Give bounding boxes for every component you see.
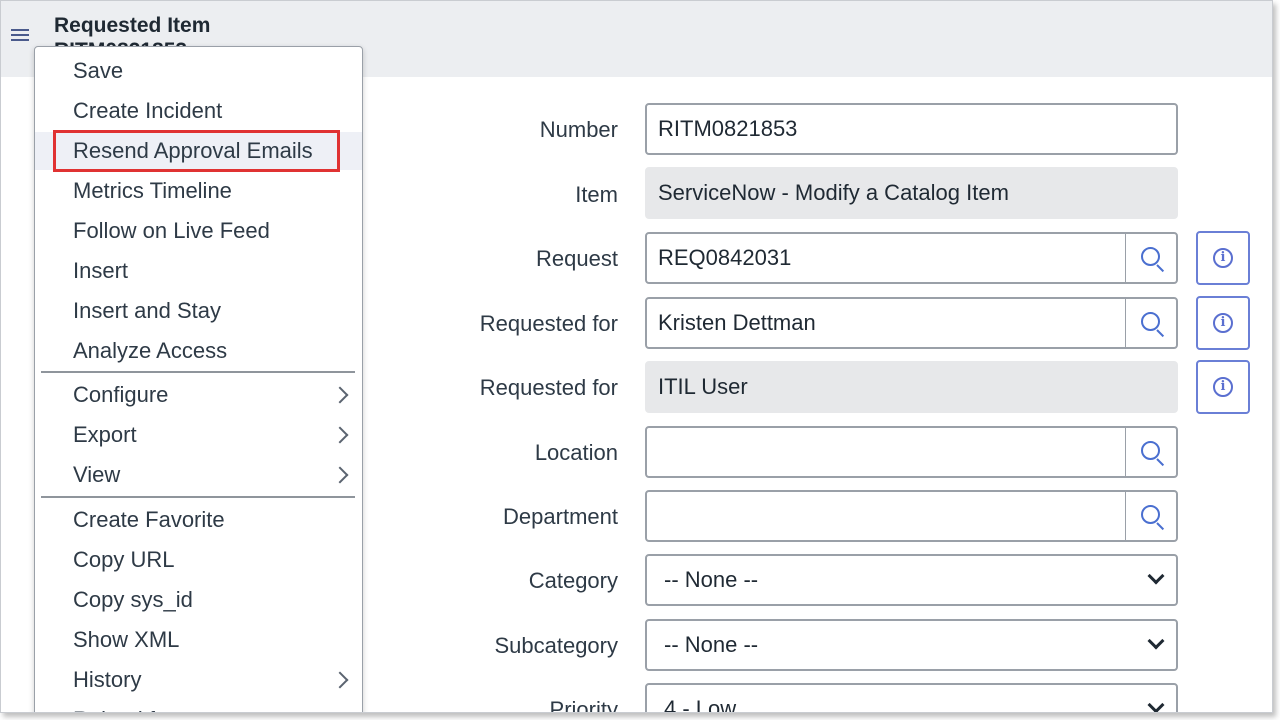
menu-item-export[interactable]: Export — [35, 416, 362, 454]
item-label: Item — [575, 182, 618, 207]
search-icon — [1141, 441, 1160, 460]
search-icon — [1141, 247, 1160, 266]
window-frame: Requested Item RITM0821853 Number RITM08… — [0, 0, 1273, 713]
requested-for-2-label: Requested for — [479, 375, 618, 400]
menu-item-configure[interactable]: Configure — [35, 376, 362, 414]
menu-item-label: Configure — [73, 382, 169, 407]
menu-item-save[interactable]: Save — [35, 52, 362, 90]
menu-item-history[interactable]: History — [35, 661, 362, 699]
requested-for-info-button[interactable]: i — [1196, 296, 1250, 350]
chevron-right-icon — [331, 671, 349, 689]
location-field[interactable] — [645, 426, 1127, 478]
category-value: -- None -- — [664, 567, 759, 592]
menu-item-show-xml[interactable]: Show XML — [35, 621, 362, 659]
menu-item-copy-url[interactable]: Copy URL — [35, 541, 362, 579]
number-label: Number — [539, 117, 618, 142]
request-field[interactable]: REQ0842031 — [645, 232, 1127, 284]
menu-item-resend-approval-emails[interactable]: Resend Approval Emails — [35, 132, 362, 170]
context-menu: Save Create Incident Resend Approval Ema… — [34, 46, 363, 712]
chevron-down-icon — [1147, 696, 1165, 712]
menu-item-create-incident[interactable]: Create Incident — [35, 92, 362, 130]
location-label: Location — [534, 440, 618, 465]
search-icon — [1141, 505, 1160, 524]
menu-item-analyze-access[interactable]: Analyze Access — [35, 332, 362, 370]
chevron-right-icon — [331, 426, 349, 444]
priority-select[interactable]: 4 - Low — [645, 683, 1178, 713]
request-label: Request — [536, 246, 618, 271]
requested-for-field[interactable]: Kristen Dettman — [645, 297, 1127, 349]
subcategory-label: Subcategory — [494, 633, 618, 658]
info-icon: i — [1213, 248, 1233, 268]
page-title: Requested Item — [54, 14, 211, 37]
requested-for-2-field: ITIL User — [645, 361, 1178, 413]
menu-item-label: History — [73, 667, 142, 692]
request-info-button[interactable]: i — [1196, 231, 1250, 285]
menu-item-view[interactable]: View — [35, 456, 362, 494]
chevron-down-icon — [1147, 567, 1165, 585]
priority-label: Priority — [549, 697, 618, 713]
hamburger-icon[interactable] — [11, 29, 29, 43]
requested-for-2-info-button[interactable]: i — [1196, 360, 1250, 414]
department-field[interactable] — [645, 490, 1127, 542]
subcategory-select[interactable]: -- None -- — [645, 619, 1178, 671]
request-lookup-button[interactable] — [1125, 232, 1178, 284]
info-icon: i — [1213, 313, 1233, 333]
menu-item-label: View — [73, 462, 121, 487]
requested-for-label: Requested for — [479, 311, 618, 336]
subcategory-value: -- None -- — [664, 632, 759, 657]
menu-item-copy-sys-id[interactable]: Copy sys_id — [35, 581, 362, 619]
department-lookup-button[interactable] — [1125, 490, 1178, 542]
category-label: Category — [528, 568, 618, 593]
location-lookup-button[interactable] — [1125, 426, 1178, 478]
menu-divider — [41, 371, 355, 373]
menu-item-insert[interactable]: Insert — [35, 252, 362, 290]
menu-item-create-favorite[interactable]: Create Favorite — [35, 501, 362, 539]
item-field: ServiceNow - Modify a Catalog Item — [645, 167, 1178, 219]
chevron-right-icon — [331, 386, 349, 404]
number-field[interactable]: RITM0821853 — [645, 103, 1178, 155]
menu-divider — [41, 496, 355, 498]
menu-item-reload-form[interactable]: Reload form — [35, 701, 362, 712]
category-select[interactable]: -- None -- — [645, 554, 1178, 606]
info-icon: i — [1213, 377, 1233, 397]
requested-for-lookup-button[interactable] — [1125, 297, 1178, 349]
chevron-right-icon — [331, 466, 349, 484]
menu-item-metrics-timeline[interactable]: Metrics Timeline — [35, 172, 362, 210]
menu-item-follow-live-feed[interactable]: Follow on Live Feed — [35, 212, 362, 250]
department-label: Department — [503, 504, 618, 529]
search-icon — [1141, 312, 1160, 331]
menu-item-label: Export — [73, 422, 137, 447]
priority-value: 4 - Low — [664, 696, 737, 713]
chevron-down-icon — [1147, 632, 1165, 650]
menu-item-insert-and-stay[interactable]: Insert and Stay — [35, 292, 362, 330]
